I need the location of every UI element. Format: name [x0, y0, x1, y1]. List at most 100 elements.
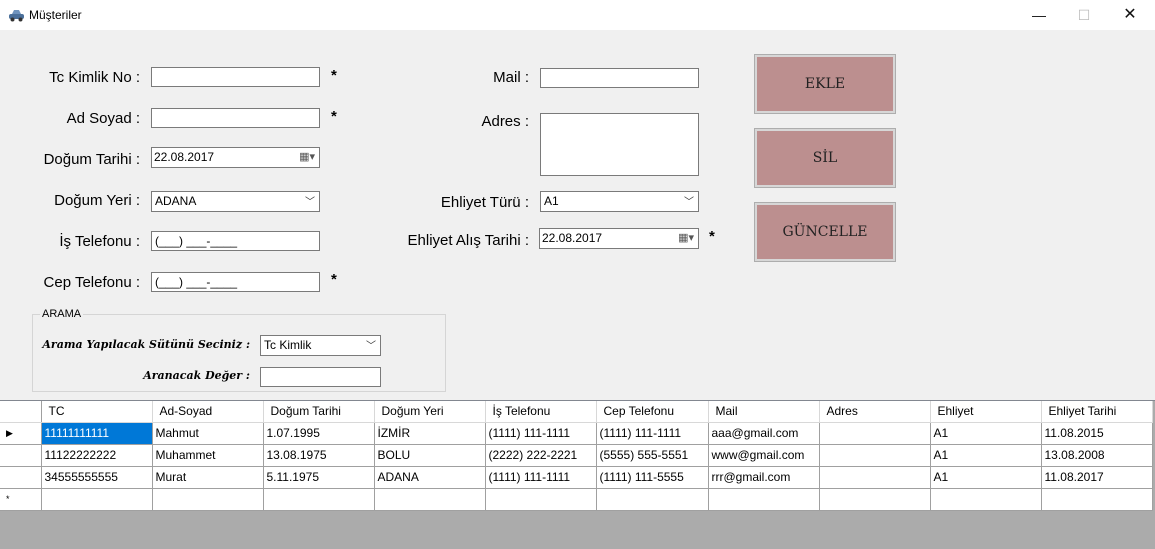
column-header[interactable]: Adres	[819, 401, 931, 423]
table-cell[interactable]: 11.08.2015	[1041, 422, 1153, 445]
table-cell[interactable]: İZMİR	[374, 422, 486, 445]
table-cell[interactable]	[819, 444, 931, 467]
row-header[interactable]	[0, 466, 42, 489]
table-cell[interactable]	[596, 488, 709, 511]
is-telefonu-label: İş Telefonu :	[59, 233, 140, 250]
sil-button[interactable]: SİL	[754, 128, 896, 188]
dogum-tarihi-picker[interactable]: 22.08.2017 ▦▾	[151, 147, 320, 168]
dogum-yeri-combo[interactable]: ADANA ﹀	[151, 191, 320, 212]
table-cell[interactable]: A1	[930, 444, 1042, 467]
table-cell[interactable]: (1111) 111-1111	[485, 466, 597, 489]
table-cell[interactable]: rrr@gmail.com	[708, 466, 820, 489]
close-button[interactable]: ✕	[1107, 0, 1153, 30]
tc-label: Tc Kimlik No :	[49, 69, 140, 86]
column-header[interactable]: Cep Telefonu	[596, 401, 709, 423]
table-row[interactable]: 11122222222 Muhammet 13.08.1975 BOLU (22…	[0, 444, 1153, 467]
table-cell[interactable]: (1111) 111-5555	[596, 466, 709, 489]
ehliyet-turu-combo[interactable]: A1 ﹀	[540, 191, 699, 212]
table-row[interactable]: ▶ 11111111111 Mahmut 1.07.1995 İZMİR (11…	[0, 422, 1153, 445]
column-header[interactable]: Ehliyet	[930, 401, 1042, 423]
cep-telefonu-label: Cep Telefonu :	[43, 274, 140, 291]
calendar-dropdown-icon[interactable]: ▦▾	[678, 231, 694, 244]
table-cell[interactable]: 11122222222	[41, 444, 153, 467]
table-cell[interactable]: 34555555555	[41, 466, 153, 489]
adsoyad-label: Ad Soyad :	[66, 110, 140, 127]
table-cell[interactable]: 11111111111	[41, 422, 153, 445]
tc-input[interactable]	[151, 67, 320, 87]
minimize-button[interactable]: —	[1016, 0, 1062, 30]
cep-telefonu-input[interactable]: (___) ___-____	[151, 272, 320, 292]
table-cell[interactable]: ADANA	[374, 466, 486, 489]
table-cell[interactable]: 1.07.1995	[263, 422, 375, 445]
table-cell[interactable]: Muhammet	[152, 444, 264, 467]
table-header-row: TC Ad-Soyad Doğum Tarihi Doğum Yeri İş T…	[0, 401, 1153, 423]
table-cell[interactable]	[1041, 488, 1153, 511]
current-row-indicator[interactable]: ▶	[0, 422, 42, 445]
table-cell[interactable]: 13.08.2008	[1041, 444, 1153, 467]
table-cell[interactable]	[819, 422, 931, 445]
table-cell[interactable]	[41, 488, 153, 511]
search-value-label: Aranacak Değer :	[143, 369, 250, 382]
table-cell[interactable]: Mahmut	[152, 422, 264, 445]
mail-input[interactable]	[540, 68, 699, 88]
new-row[interactable]: *	[0, 488, 1153, 511]
column-header[interactable]: Ehliyet Tarihi	[1041, 401, 1153, 423]
column-header[interactable]: Doğum Tarihi	[263, 401, 375, 423]
table-cell[interactable]: 13.08.1975	[263, 444, 375, 467]
table-cell[interactable]	[930, 488, 1042, 511]
table-cell[interactable]: www@gmail.com	[708, 444, 820, 467]
table-cell[interactable]: 5.11.1975	[263, 466, 375, 489]
table-cell[interactable]: (2222) 222-2221	[485, 444, 597, 467]
dogum-tarihi-value: 22.08.2017	[154, 150, 215, 164]
new-row-indicator[interactable]: *	[0, 488, 42, 511]
ehliyet-alis-picker[interactable]: 22.08.2017 ▦▾	[539, 228, 699, 249]
column-header[interactable]: İş Telefonu	[485, 401, 597, 423]
adsoyad-input[interactable]	[151, 108, 320, 128]
column-header[interactable]: TC	[41, 401, 153, 423]
table-row[interactable]: 34555555555 Murat 5.11.1975 ADANA (1111)…	[0, 466, 1153, 489]
row-header[interactable]	[0, 444, 42, 467]
column-header[interactable]: Mail	[708, 401, 820, 423]
title-bar: Müşteriler — ☐ ✕	[0, 0, 1155, 30]
ehliyet-alis-value: 22.08.2017	[542, 231, 603, 245]
search-column-label: Arama Yapılacak Sütünü Seciniz :	[42, 338, 250, 351]
dogum-yeri-label: Doğum Yeri :	[54, 192, 140, 209]
adres-textarea[interactable]	[540, 113, 699, 176]
maximize-button[interactable]: ☐	[1061, 0, 1107, 30]
table-cell[interactable]	[374, 488, 486, 511]
column-header[interactable]: Doğum Yeri	[374, 401, 486, 423]
table-cell[interactable]: BOLU	[374, 444, 486, 467]
column-header[interactable]: Ad-Soyad	[152, 401, 264, 423]
table-cell[interactable]: (5555) 555-5551	[596, 444, 709, 467]
table-cell[interactable]	[263, 488, 375, 511]
customer-data-grid[interactable]: TC Ad-Soyad Doğum Tarihi Doğum Yeri İş T…	[0, 400, 1155, 549]
row-header-corner[interactable]	[0, 401, 42, 423]
calendar-dropdown-icon[interactable]: ▦▾	[299, 150, 315, 163]
search-value-input[interactable]	[260, 367, 381, 387]
adsoyad-required-mark: *	[331, 108, 337, 125]
dogum-yeri-value: ADANA	[155, 194, 197, 208]
table-cell[interactable]	[485, 488, 597, 511]
is-telefonu-input[interactable]: (___) ___-____	[151, 231, 320, 251]
tc-required-mark: *	[331, 67, 337, 84]
table-cell[interactable]: A1	[930, 466, 1042, 489]
table-cell[interactable]: A1	[930, 422, 1042, 445]
search-column-combo[interactable]: Tc Kimlik ﹀	[260, 335, 381, 356]
table-cell[interactable]: (1111) 111-1111	[485, 422, 597, 445]
table-cell[interactable]	[819, 488, 931, 511]
ekle-button[interactable]: EKLE	[754, 54, 896, 114]
table-cell[interactable]: aaa@gmail.com	[708, 422, 820, 445]
ehliyet-turu-label: Ehliyet Türü :	[440, 194, 529, 211]
car-icon	[9, 10, 24, 22]
table-cell[interactable]	[708, 488, 820, 511]
table-cell[interactable]: Murat	[152, 466, 264, 489]
dogum-tarihi-label: Doğum Tarihi :	[43, 151, 140, 168]
window-title: Müşteriler	[29, 8, 82, 22]
table-cell[interactable]	[819, 466, 931, 489]
table-cell[interactable]: 11.08.2017	[1041, 466, 1153, 489]
table-cell[interactable]	[152, 488, 264, 511]
guncelle-button[interactable]: GÜNCELLE	[754, 202, 896, 262]
chevron-down-icon: ﹀	[305, 197, 315, 208]
chevron-down-icon: ﹀	[366, 341, 376, 352]
table-cell[interactable]: (1111) 111-1111	[596, 422, 709, 445]
